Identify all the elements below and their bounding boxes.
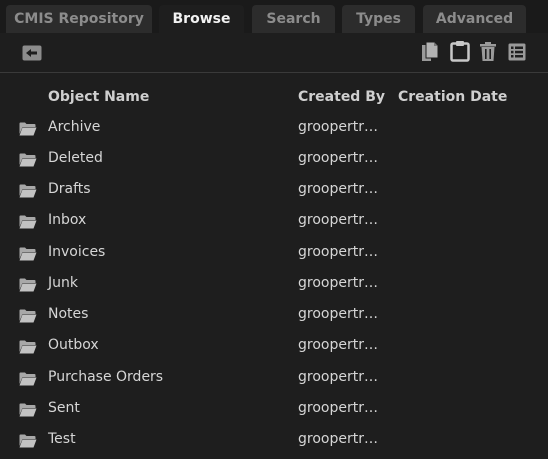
created-by: groopertrai… bbox=[298, 119, 386, 135]
created-by: groopertrai… bbox=[298, 400, 386, 416]
object-name[interactable]: Junk bbox=[48, 275, 78, 291]
object-name[interactable]: Sent bbox=[48, 400, 80, 416]
column-header-created-by[interactable]: Created By bbox=[298, 89, 385, 105]
table-row[interactable]: Purchase Orders groopertrai… bbox=[0, 363, 548, 394]
created-by: groopertrai… bbox=[298, 369, 386, 385]
folder-icon bbox=[19, 371, 37, 390]
created-by: groopertrai… bbox=[298, 150, 386, 166]
folder-icon bbox=[19, 214, 37, 233]
object-name[interactable]: Deleted bbox=[48, 150, 103, 166]
folder-icon bbox=[19, 152, 37, 171]
created-by: groopertrai… bbox=[298, 337, 386, 353]
list-icon[interactable] bbox=[508, 43, 526, 61]
folder-icon bbox=[19, 183, 37, 202]
created-by: groopertrai… bbox=[298, 431, 386, 447]
table-row[interactable]: Test groopertrai… bbox=[0, 425, 548, 456]
tab-cmis-repository[interactable]: CMIS Repository bbox=[6, 5, 152, 33]
folder-icon bbox=[19, 402, 37, 421]
tab-browse[interactable]: Browse bbox=[159, 5, 244, 33]
table-row[interactable]: Sent groopertrai… bbox=[0, 394, 548, 425]
object-name[interactable]: Purchase Orders bbox=[48, 369, 163, 385]
folder-icon bbox=[19, 121, 37, 140]
table-row[interactable]: Invoices groopertrai… bbox=[0, 238, 548, 269]
table-row[interactable]: Outbox groopertrai… bbox=[0, 331, 548, 362]
tab-types[interactable]: Types bbox=[342, 5, 415, 33]
folder-icon bbox=[19, 246, 37, 265]
table-row[interactable]: Drafts groopertrai… bbox=[0, 175, 548, 206]
table-row[interactable]: Inbox groopertrai… bbox=[0, 206, 548, 237]
tab-advanced[interactable]: Advanced bbox=[423, 5, 526, 33]
created-by: groopertrai… bbox=[298, 181, 386, 197]
back-arrow-icon[interactable] bbox=[22, 45, 42, 61]
object-name[interactable]: Outbox bbox=[48, 337, 99, 353]
object-name[interactable]: Archive bbox=[48, 119, 100, 135]
folder-icon bbox=[19, 433, 37, 452]
table-row[interactable]: Notes groopertrai… bbox=[0, 300, 548, 331]
folder-icon bbox=[19, 277, 37, 296]
folder-icon bbox=[19, 308, 37, 327]
column-header-object-name[interactable]: Object Name bbox=[48, 89, 149, 105]
trash-icon[interactable] bbox=[480, 42, 496, 62]
copy-icon[interactable] bbox=[420, 41, 440, 63]
object-name[interactable]: Invoices bbox=[48, 244, 105, 260]
clipboard-icon[interactable] bbox=[450, 40, 470, 62]
tab-search[interactable]: Search bbox=[252, 5, 335, 33]
object-name[interactable]: Drafts bbox=[48, 181, 91, 197]
created-by: groopertrai… bbox=[298, 244, 386, 260]
tab-bar: CMIS Repository Browse Search Types Adva… bbox=[0, 0, 548, 33]
created-by: groopertrai… bbox=[298, 212, 386, 228]
object-name[interactable]: Inbox bbox=[48, 212, 86, 228]
object-name[interactable]: Notes bbox=[48, 306, 88, 322]
object-name[interactable]: Test bbox=[48, 431, 76, 447]
folder-icon bbox=[19, 339, 37, 358]
toolbar bbox=[0, 33, 548, 73]
browse-panel: Object Name Created By Creation Date Arc… bbox=[0, 33, 548, 459]
created-by: groopertrai… bbox=[298, 306, 386, 322]
column-header-creation-date[interactable]: Creation Date bbox=[398, 89, 507, 105]
table-row[interactable]: Junk groopertrai… bbox=[0, 269, 548, 300]
table-row[interactable]: Deleted groopertrai… bbox=[0, 144, 548, 175]
created-by: groopertrai… bbox=[298, 275, 386, 291]
table-row[interactable]: Archive groopertrai… bbox=[0, 113, 548, 144]
